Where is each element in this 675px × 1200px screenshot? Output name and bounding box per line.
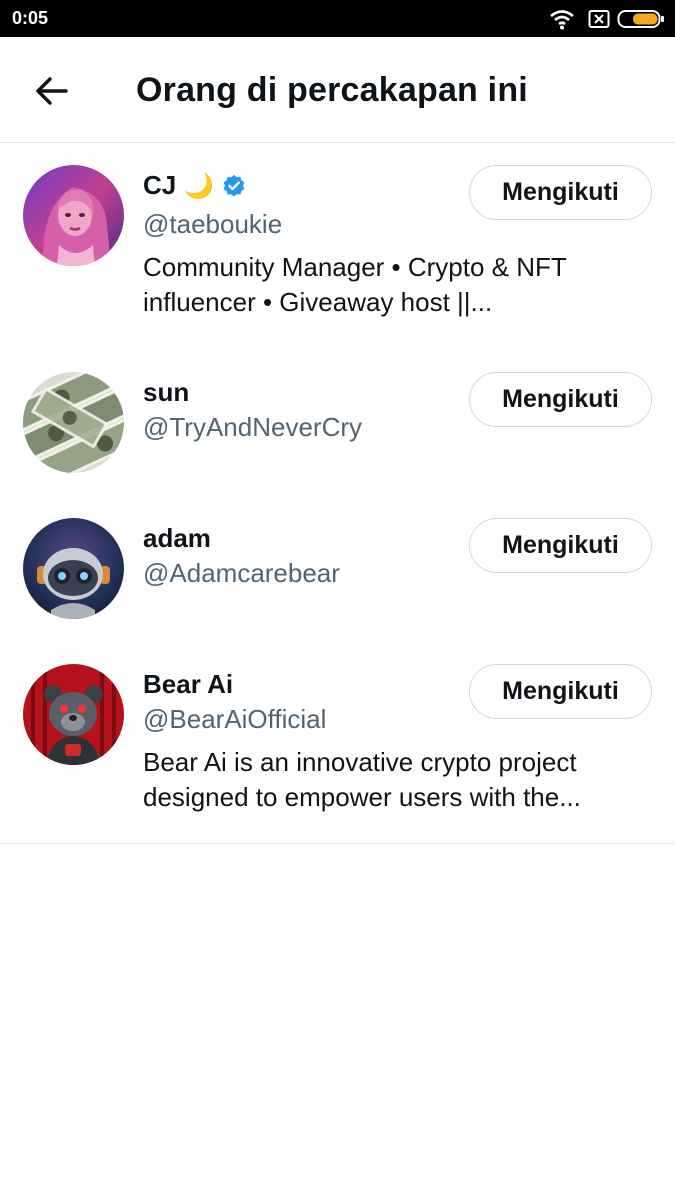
avatar[interactable] [23,372,124,473]
user-name-line: CJ 🌙 [143,170,246,201]
user-bio: Bear Ai is an innovative crypto project … [143,745,633,815]
status-bar: 0:05 [0,0,675,37]
following-button[interactable]: Mengikuti [469,664,652,719]
user-name: CJ [143,170,177,200]
verified-badge-icon [223,174,245,196]
user-handle: @Adamcarebear [143,558,340,588]
avatar[interactable] [23,664,124,765]
user-bio: Community Manager • Crypto & NFT influen… [143,250,633,320]
user-name-line: adam [143,523,211,554]
avatar[interactable] [23,518,124,619]
bio-line: influencer • Giveaway host ||... [143,287,493,317]
following-button[interactable]: Mengikuti [469,372,652,427]
no-sim-icon [588,10,610,28]
list-bottom-divider [0,843,675,844]
bio-line: designed to empower users with the... [143,782,581,812]
avatar[interactable] [23,165,124,266]
wifi-icon [550,10,574,30]
user-row[interactable]: sun @TryAndNeverCry Mengikuti [0,350,675,490]
battery-icon [617,10,664,28]
user-name-line: Bear Ai [143,669,233,700]
moon-emoji: 🌙 [184,171,215,200]
bio-line: Bear Ai is an innovative crypto project [143,747,577,777]
user-row[interactable]: CJ 🌙 @taeboukie Community Manager • Cryp… [0,143,675,343]
following-button[interactable]: Mengikuti [469,165,652,220]
user-handle: @taeboukie [143,209,283,239]
status-time: 0:05 [12,8,49,28]
back-button[interactable] [30,71,74,111]
user-row[interactable]: adam @Adamcarebear Mengikuti [0,496,675,636]
arrow-left-icon [36,77,68,105]
bio-line: Community Manager • Crypto & NFT [143,252,567,282]
following-button[interactable]: Mengikuti [469,518,652,573]
user-row[interactable]: Bear Ai @BearAiOfficial Bear Ai is an in… [0,642,675,842]
user-name: Bear Ai [143,669,234,699]
app-header: Orang di percakapan ini [0,37,675,143]
user-name: adam [143,523,211,553]
user-handle: @TryAndNeverCry [143,412,363,442]
user-handle: @BearAiOfficial [143,704,327,734]
user-name-line: sun [143,377,189,408]
user-name: sun [143,377,190,407]
page-title: Orang di percakapan ini [136,71,528,109]
